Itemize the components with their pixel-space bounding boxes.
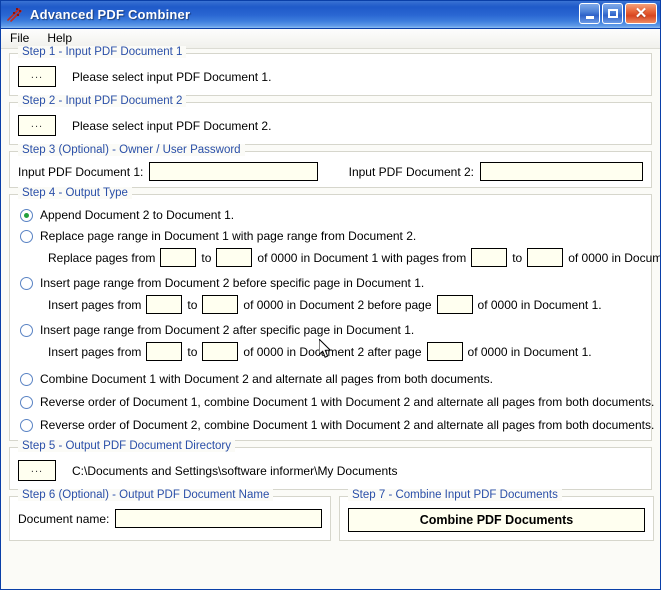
- password-doc1-label: Input PDF Document 1:: [18, 164, 144, 179]
- insert-before-page-input[interactable]: [436, 295, 473, 314]
- insert-before-range-row: Insert pages from to of 0000 in Document…: [48, 295, 641, 314]
- radio-reverse-doc1-indicator[interactable]: [20, 395, 33, 409]
- replace-to-doc1-input[interactable]: [216, 248, 253, 267]
- group-step2: Step 2 - Input PDF Document 2 ... Please…: [9, 95, 652, 145]
- document1-status-text: Please select input PDF Document 1.: [72, 69, 272, 84]
- title-bar: Advanced PDF Combiner ✕: [1, 1, 660, 29]
- browse-document1-button[interactable]: ...: [18, 66, 56, 87]
- password-doc2-label: Input PDF Document 2:: [348, 164, 474, 179]
- client-area: Step 1 - Input PDF Document 1 ... Please…: [1, 46, 660, 589]
- group-step7-legend: Step 7 - Combine Input PDF Documents: [348, 489, 562, 501]
- group-step3: Step 3 (Optional) - Owner / User Passwor…: [9, 144, 652, 188]
- insert-before-to-input[interactable]: [202, 295, 239, 314]
- maximize-button[interactable]: [602, 3, 623, 24]
- radio-append-indicator[interactable]: [20, 208, 33, 222]
- menu-item-help[interactable]: Help: [45, 30, 80, 47]
- menu-item-file[interactable]: File: [8, 30, 37, 47]
- document-name-input[interactable]: [115, 509, 322, 528]
- insert-after-text-4: of 0000 in Document 1.: [467, 344, 592, 359]
- combine-pdf-documents-button[interactable]: Combine PDF Documents: [348, 508, 645, 532]
- radio-reverse-doc2-indicator[interactable]: [20, 418, 33, 432]
- insert-before-text-2: to: [187, 297, 198, 312]
- radio-option-insert-after[interactable]: Insert page range from Document 2 after …: [20, 323, 641, 337]
- radio-reverse-doc1-label: Reverse order of Document 1, combine Doc…: [40, 395, 655, 409]
- group-step1: Step 1 - Input PDF Document 1 ... Please…: [9, 46, 652, 96]
- radio-option-reverse-doc1[interactable]: Reverse order of Document 1, combine Doc…: [20, 395, 654, 409]
- radio-insert-after-indicator[interactable]: [20, 323, 33, 337]
- insert-before-from-input[interactable]: [146, 295, 183, 314]
- replace-text-5: of 0000 in Document 2.: [568, 250, 660, 265]
- maximize-icon: [607, 9, 618, 18]
- insert-after-text-1: Insert pages from: [48, 344, 142, 359]
- browse-output-directory-button[interactable]: ...: [18, 460, 56, 481]
- group-step1-legend: Step 1 - Input PDF Document 1: [18, 46, 187, 58]
- group-step5: Step 5 - Output PDF Document Directory .…: [9, 440, 652, 490]
- insert-before-text-3: of 0000 in Document 2 before page: [243, 297, 432, 312]
- group-step6-legend: Step 6 (Optional) - Output PDF Document …: [18, 489, 274, 501]
- group-step5-legend: Step 5 - Output PDF Document Directory: [18, 440, 235, 452]
- replace-range-row: Replace pages from to of 0000 in Documen…: [48, 248, 660, 267]
- radio-replace-indicator[interactable]: [20, 229, 33, 243]
- password-doc2-input[interactable]: [480, 162, 643, 181]
- insert-after-from-input[interactable]: [146, 342, 183, 361]
- radio-append-label: Append Document 2 to Document 1.: [40, 208, 235, 222]
- radio-option-combine-alternate[interactable]: Combine Document 1 with Document 2 and a…: [20, 372, 641, 386]
- close-icon: ✕: [634, 5, 648, 22]
- replace-from-doc1-input[interactable]: [160, 248, 197, 267]
- insert-after-to-input[interactable]: [202, 342, 239, 361]
- insert-before-text-1: Insert pages from: [48, 297, 142, 312]
- radio-replace-label: Replace page range in Document 1 with pa…: [40, 229, 417, 243]
- minimize-button[interactable]: [579, 3, 600, 24]
- replace-to-doc2-input[interactable]: [527, 248, 564, 267]
- document2-status-text: Please select input PDF Document 2.: [72, 118, 272, 133]
- insert-before-text-4: of 0000 in Document 1.: [477, 297, 602, 312]
- window-controls: ✕: [579, 3, 657, 24]
- close-button[interactable]: ✕: [625, 3, 657, 24]
- radio-option-reverse-doc2[interactable]: Reverse order of Document 2, combine Doc…: [20, 418, 654, 432]
- radio-option-replace[interactable]: Replace page range in Document 1 with pa…: [20, 229, 641, 243]
- insert-after-text-2: to: [187, 344, 198, 359]
- insert-after-text-3: of 0000 in Document 2 after page: [243, 344, 422, 359]
- application-window: Advanced PDF Combiner ✕ File Help Step 1…: [0, 0, 661, 590]
- window-title: Advanced PDF Combiner: [30, 7, 191, 22]
- radio-insert-before-indicator[interactable]: [20, 276, 33, 290]
- group-step4-legend: Step 4 - Output Type: [18, 187, 132, 199]
- radio-reverse-doc2-label: Reverse order of Document 2, combine Doc…: [40, 418, 655, 432]
- group-step6: Step 6 (Optional) - Output PDF Document …: [9, 489, 331, 541]
- radio-option-append[interactable]: Append Document 2 to Document 1.: [20, 208, 641, 222]
- browse-document2-button[interactable]: ...: [18, 115, 56, 136]
- radio-option-insert-before[interactable]: Insert page range from Document 2 before…: [20, 276, 641, 290]
- group-step7: Step 7 - Combine Input PDF Documents Com…: [339, 489, 654, 541]
- radio-insert-after-label: Insert page range from Document 2 after …: [40, 323, 415, 337]
- replace-text-3: of 0000 in Document 1 with pages from: [257, 250, 467, 265]
- insert-after-page-input[interactable]: [426, 342, 463, 361]
- radio-combine-alternate-label: Combine Document 1 with Document 2 and a…: [40, 372, 493, 386]
- output-directory-text: C:\Documents and Settings\software infor…: [72, 463, 398, 478]
- radio-combine-alternate-indicator[interactable]: [20, 372, 33, 386]
- replace-text-4: to: [512, 250, 523, 265]
- radio-insert-before-label: Insert page range from Document 2 before…: [40, 276, 425, 290]
- group-step4: Step 4 - Output Type Append Document 2 t…: [9, 187, 660, 441]
- app-logo-icon: [6, 6, 24, 24]
- replace-text-1: Replace pages from: [48, 250, 156, 265]
- replace-from-doc2-input[interactable]: [471, 248, 508, 267]
- group-step2-legend: Step 2 - Input PDF Document 2: [18, 95, 187, 107]
- bottom-row: Step 6 (Optional) - Output PDF Document …: [9, 489, 654, 541]
- replace-text-2: to: [201, 250, 212, 265]
- password-doc1-input[interactable]: [149, 162, 318, 181]
- insert-after-range-row: Insert pages from to of 0000 in Document…: [48, 342, 641, 361]
- minimize-icon: [585, 15, 594, 19]
- document-name-label: Document name:: [18, 511, 110, 526]
- group-step3-legend: Step 3 (Optional) - Owner / User Passwor…: [18, 144, 245, 156]
